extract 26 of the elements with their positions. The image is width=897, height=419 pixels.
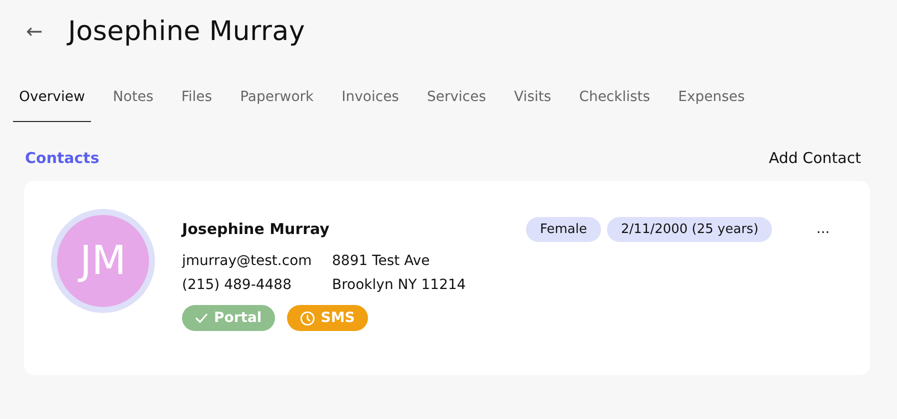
tag: 2/11/2000 (25 years) xyxy=(607,216,772,242)
tab[interactable]: Overview xyxy=(13,76,91,122)
tab[interactable]: Services xyxy=(420,76,492,122)
tab[interactable]: Paperwork xyxy=(234,76,320,122)
status-badge: SMS xyxy=(286,305,368,331)
check-icon xyxy=(195,313,208,323)
back-button[interactable]: ← xyxy=(26,19,68,43)
tab[interactable]: Expenses xyxy=(672,76,751,122)
contact-name: Josephine Murray xyxy=(182,220,330,238)
tab[interactable]: Files xyxy=(175,76,218,122)
section-title: Contacts xyxy=(25,149,100,167)
add-contact-button[interactable]: Add Contact xyxy=(768,149,861,167)
tab[interactable]: Invoices xyxy=(336,76,405,122)
email: jmurray@test.com xyxy=(182,253,313,269)
tab[interactable]: Notes xyxy=(106,76,160,122)
clock-icon xyxy=(300,310,315,326)
phone: (215) 489-4488 xyxy=(182,277,292,293)
address-line: 8891 Test Ave xyxy=(332,253,431,269)
more-button[interactable]: ... xyxy=(816,221,830,237)
status-badge: Portal xyxy=(182,305,275,331)
avatar: JM xyxy=(51,209,155,313)
tag: Female xyxy=(526,216,602,242)
tab[interactable]: Checklists xyxy=(573,76,656,122)
address-line: Brooklyn NY 11214 xyxy=(332,277,467,293)
tab[interactable]: Visits xyxy=(508,76,558,122)
page-title: Josephine Murray xyxy=(68,16,306,46)
